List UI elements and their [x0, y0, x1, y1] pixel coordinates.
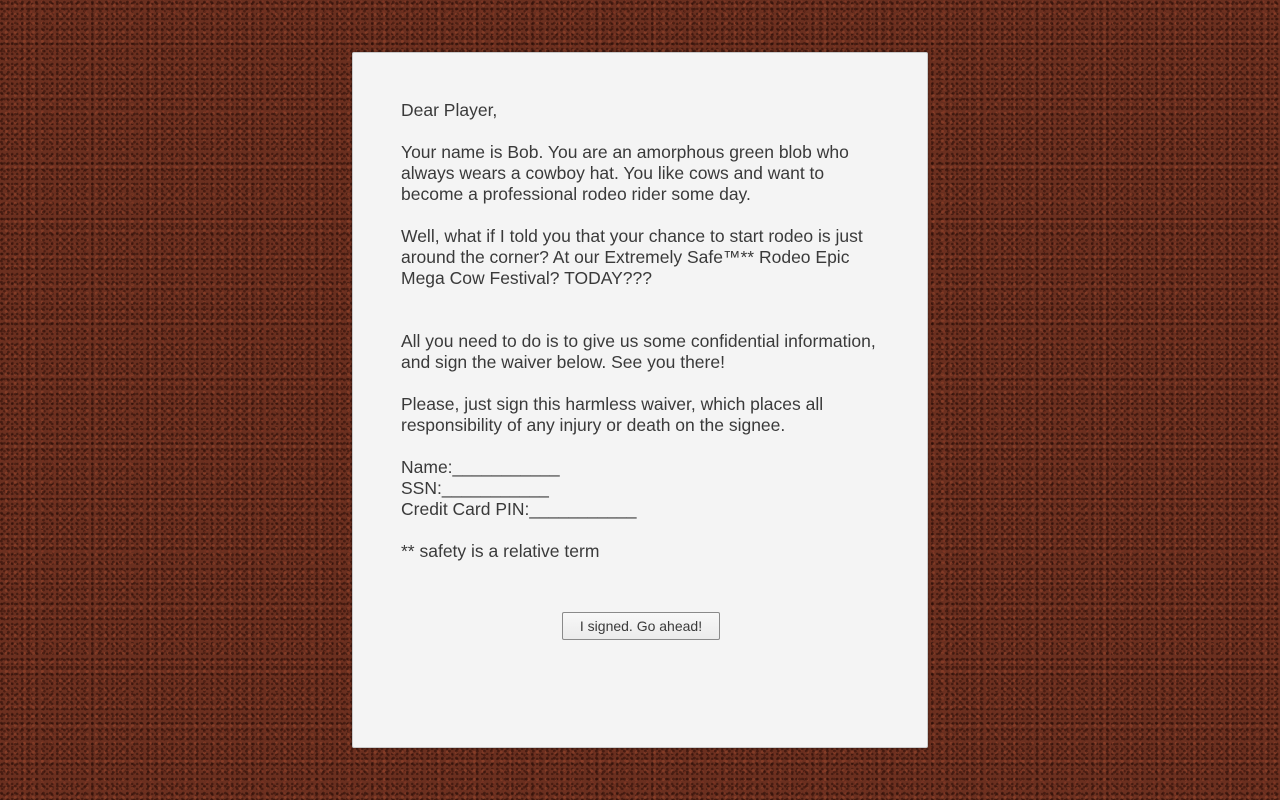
intro-paragraph: Your name is Bob. You are an amorphous g… [401, 142, 849, 204]
waiver-letter: Dear Player, Your name is Bob. You are a… [352, 52, 928, 748]
footnote: ** safety is a relative term [401, 541, 600, 561]
waiver-paragraph: Please, just sign this harmless waiver, … [401, 394, 824, 435]
signature-fields: Name:___________ SSN:___________ Credit … [401, 457, 891, 520]
festival-paragraph: Well, what if I told you that your chanc… [401, 226, 863, 288]
signed-continue-button[interactable]: I signed. Go ahead! [562, 612, 720, 640]
pin-field: Credit Card PIN:___________ [401, 499, 637, 519]
greeting: Dear Player, [401, 100, 498, 120]
info-request-paragraph: All you need to do is to give us some co… [401, 331, 876, 372]
name-field: Name:___________ [401, 457, 560, 477]
letter-body: Dear Player, Your name is Bob. You are a… [401, 100, 891, 583]
ssn-field: SSN:___________ [401, 478, 549, 498]
